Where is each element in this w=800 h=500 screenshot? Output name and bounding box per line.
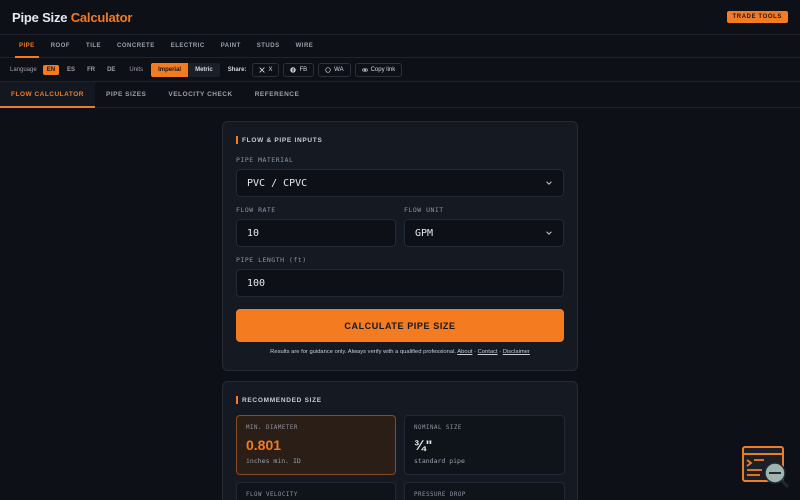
category-concrete[interactable]: CONCRETE — [109, 35, 163, 57]
share-x-button[interactable]: X — [252, 62, 280, 77]
language-de[interactable]: DE — [103, 65, 119, 75]
unit-metric[interactable]: Metric — [188, 62, 220, 77]
brand-logo[interactable]: Pipe Size Calculator — [12, 10, 132, 25]
brand-accent: Calculator — [70, 9, 133, 25]
language-en[interactable]: EN — [42, 64, 60, 75]
link-icon — [361, 67, 368, 72]
contact-link[interactable]: Contact — [478, 349, 498, 355]
flow-rate-group: FLOW RATE 10 — [236, 206, 396, 247]
tab-velocity-check[interactable]: VELOCITY CHECK — [157, 82, 243, 107]
language-fr[interactable]: FR — [83, 65, 99, 75]
category-tile[interactable]: TILE — [78, 35, 109, 57]
flow-rate-label: FLOW RATE — [236, 206, 276, 214]
pressure-drop-label: PRESSURE DROP — [414, 492, 466, 498]
chevron-down-icon — [546, 231, 552, 235]
min-diameter-label: MIN. DIAMETER — [246, 425, 298, 431]
results-card-title: RECOMMENDED SIZE — [236, 396, 564, 404]
pressure-drop-box: PRESSURE DROP — [404, 482, 565, 500]
units-label: Units — [129, 66, 144, 73]
flow-unit-group: FLOW UNIT GPM — [404, 206, 564, 247]
flow-inputs-card: FLOW & PIPE INPUTS PIPE MATERIAL PVC / C… — [222, 121, 578, 371]
top-bar: Pipe Size Calculator TRADE TOOLS — [0, 0, 800, 35]
link-separator: · — [499, 349, 502, 355]
title-accent-bar — [236, 136, 238, 144]
tab-flow-calculator[interactable]: FLOW CALCULATOR — [0, 82, 95, 108]
units-toggle: Imperial Metric — [151, 62, 220, 77]
about-link[interactable]: About — [457, 349, 472, 355]
calculate-pipe-size-button[interactable]: CALCULATE PIPE SIZE — [236, 309, 564, 342]
category-paint[interactable]: PAINT — [213, 35, 249, 57]
unit-imperial[interactable]: Imperial — [151, 62, 189, 77]
pipe-material-value: PVC / CPVC — [247, 177, 308, 189]
pipe-material-select[interactable]: PVC / CPVC — [236, 169, 564, 197]
x-icon — [259, 66, 266, 73]
inputs-title-text: FLOW & PIPE INPUTS — [242, 136, 323, 144]
pipe-length-label: PIPE LENGTH (ft) — [236, 256, 307, 264]
share-facebook-label: FB — [299, 66, 308, 73]
category-pipe[interactable]: PIPE — [11, 35, 43, 58]
nominal-size-sub: standard pipe — [414, 457, 465, 465]
chevron-down-icon — [546, 181, 552, 185]
brand-main: Pipe Size — [12, 9, 68, 25]
language-es[interactable]: ES — [63, 65, 79, 75]
flow-row: FLOW RATE 10 FLOW UNIT GPM — [236, 206, 564, 247]
disclaimer-link[interactable]: Disclaimer — [503, 349, 530, 355]
copy-link-label: Copy link — [370, 66, 396, 73]
results-title-text: RECOMMENDED SIZE — [242, 396, 322, 404]
flow-unit-select[interactable]: GPM — [404, 219, 564, 247]
tab-reference[interactable]: REFERENCE — [244, 82, 311, 107]
nominal-size-value: ¾" — [414, 437, 433, 453]
flow-unit-value: GPM — [415, 227, 434, 239]
whatsapp-icon — [325, 66, 331, 73]
flow-unit-label: FLOW UNIT — [404, 206, 444, 214]
title-accent-bar — [236, 396, 238, 404]
inputs-card-title: FLOW & PIPE INPUTS — [236, 136, 564, 144]
language-label: Language — [10, 66, 37, 73]
calculator-helper-icon[interactable] — [742, 446, 790, 488]
settings-bar: Language EN ES FR DE Units Imperial Metr… — [0, 58, 800, 82]
share-facebook-button[interactable]: FB — [283, 62, 315, 77]
min-diameter-box: MIN. DIAMETER 0.801 inches min. ID — [236, 415, 396, 475]
min-diameter-value: 0.801 — [246, 437, 282, 453]
category-studs[interactable]: STUDS — [249, 35, 288, 57]
nominal-size-label: NOMINAL SIZE — [414, 425, 462, 431]
share-whatsapp-label: WA — [334, 66, 344, 73]
tab-pipe-sizes[interactable]: PIPE SIZES — [95, 82, 157, 107]
category-nav: PIPE ROOF TILE CONCRETE ELECTRIC PAINT S… — [0, 35, 800, 58]
share-label: Share: — [227, 66, 247, 73]
min-diameter-sub: inches min. ID — [246, 457, 301, 465]
disclaimer-body: Results are for guidance only. Always ve… — [270, 349, 456, 355]
flow-rate-value: 10 — [247, 227, 260, 239]
share-whatsapp-button[interactable]: WA — [318, 62, 351, 77]
nominal-size-box: NOMINAL SIZE ¾" standard pipe — [404, 415, 565, 475]
recommended-size-card: RECOMMENDED SIZE MIN. DIAMETER 0.801 inc… — [222, 381, 578, 500]
category-electric[interactable]: ELECTRIC — [163, 35, 213, 57]
calculator-tabs: FLOW CALCULATOR PIPE SIZES VELOCITY CHEC… — [0, 82, 800, 108]
facebook-icon — [290, 66, 297, 73]
trade-tools-button[interactable]: TRADE TOOLS — [726, 11, 788, 23]
pipe-length-value: 100 — [247, 277, 266, 289]
flow-rate-input[interactable]: 10 — [236, 219, 396, 247]
pipe-material-label: PIPE MATERIAL — [236, 156, 294, 164]
flow-velocity-box: FLOW VELOCITY — [236, 482, 396, 500]
link-separator: · — [474, 349, 476, 355]
category-roof[interactable]: ROOF — [43, 35, 78, 57]
pipe-length-input[interactable]: 100 — [236, 269, 564, 297]
share-x-label: X — [268, 66, 273, 73]
flow-velocity-label: FLOW VELOCITY — [246, 492, 298, 498]
category-wire[interactable]: WIRE — [288, 35, 322, 57]
copy-link-button[interactable]: Copy link — [354, 62, 403, 77]
disclaimer-text: Results are for guidance only. Always ve… — [236, 349, 564, 355]
